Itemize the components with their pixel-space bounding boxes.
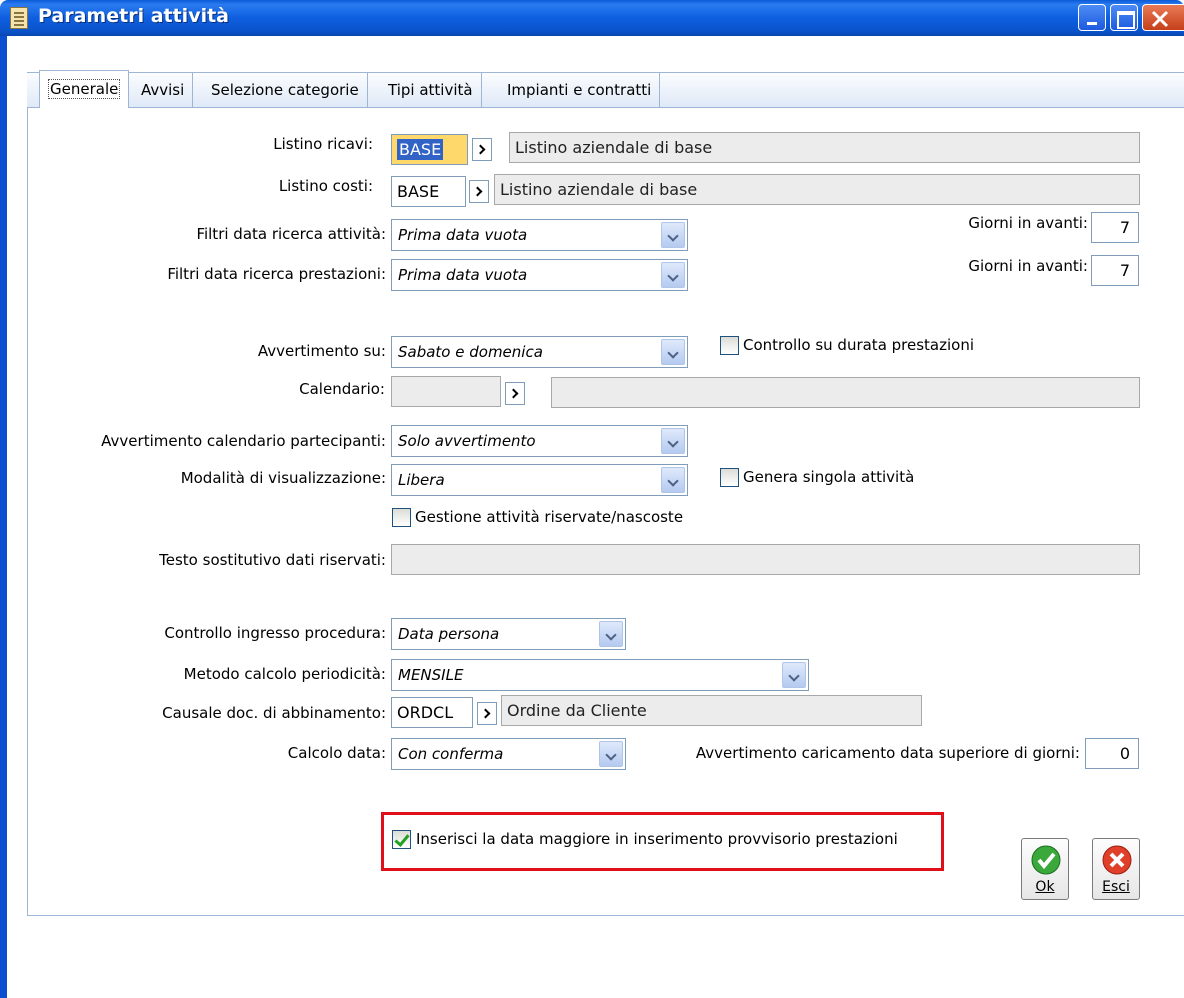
causale-doc-code[interactable]: ORDCL: [391, 697, 473, 728]
window-title: Parametri attività: [38, 5, 229, 27]
metodo-periodicita-label: Metodo calcolo periodicità:: [183, 665, 386, 683]
tab-impianti-contratti[interactable]: Impianti e contratti: [499, 73, 661, 107]
causale-doc-desc: Ordine da Cliente: [501, 695, 922, 726]
gestione-riservate-checkbox[interactable]: [392, 508, 411, 527]
form-icon: [10, 7, 28, 29]
close-icon: [1102, 845, 1132, 875]
listino-costi-label: Listino costi:: [278, 177, 373, 195]
testo-sostitutivo-input[interactable]: [391, 544, 1140, 575]
genera-singola-label: Genera singola attività: [743, 468, 915, 486]
tab-avvisi[interactable]: Avvisi: [133, 73, 194, 107]
giorni-avanti-label: Giorni in avanti:: [968, 214, 1088, 232]
checkmark-icon: [1031, 845, 1061, 875]
filtri-attivita-combo[interactable]: Prima data vuota: [391, 219, 688, 251]
tab-generale[interactable]: Generale: [39, 70, 130, 109]
chevron-down-icon[interactable]: [661, 428, 685, 454]
listino-costi-code[interactable]: BASE: [391, 176, 466, 207]
tab-tipi-attivita[interactable]: Tipi attività: [380, 73, 482, 107]
avv-caricamento-label: Avvertimento caricamento data superiore …: [695, 744, 1080, 762]
filtri-prestazioni-label: Filtri data ricerca prestazioni:: [167, 265, 386, 283]
calendario-code[interactable]: [391, 376, 501, 407]
controllo-ingresso-combo[interactable]: Data persona: [391, 618, 626, 650]
controllo-durata-checkbox[interactable]: [720, 336, 739, 355]
avvertimento-su-combo[interactable]: Sabato e domenica: [391, 336, 688, 368]
chevron-down-icon[interactable]: [661, 262, 685, 288]
genera-singola-checkbox[interactable]: [720, 468, 739, 487]
avv-cal-partecipanti-label: Avvertimento calendario partecipanti:: [101, 432, 386, 450]
tab-strip: Generale Avvisi Selezione categorie Tipi…: [27, 70, 1184, 109]
chevron-down-icon[interactable]: [599, 741, 623, 767]
causale-doc-label: Causale doc. di abbinamento:: [162, 704, 386, 722]
chevron-down-icon[interactable]: [782, 662, 806, 688]
listino-ricavi-zoom-button[interactable]: [472, 138, 492, 161]
inserisci-data-label: Inserisci la data maggiore in inseriment…: [416, 830, 898, 848]
listino-costi-zoom-button[interactable]: [469, 180, 489, 203]
controllo-durata-label: Controllo su durata prestazioni: [743, 336, 975, 354]
calendario-label: Calendario:: [299, 380, 385, 398]
giorni-avanti-input[interactable]: 7: [1091, 255, 1139, 286]
giorni-avanti-input[interactable]: 7: [1091, 212, 1139, 243]
giorni-avanti-label: Giorni in avanti:: [968, 257, 1088, 275]
calendario-desc: [551, 377, 1140, 408]
testo-sostitutivo-label: Testo sostitutivo dati riservati:: [159, 551, 386, 569]
calendario-zoom-button[interactable]: [505, 382, 525, 405]
modalita-visualizzazione-combo[interactable]: Libera: [391, 464, 688, 496]
causale-doc-zoom-button[interactable]: [477, 702, 497, 725]
avv-caricamento-input[interactable]: 0: [1085, 738, 1139, 769]
window-frame: [0, 36, 7, 998]
chevron-down-icon[interactable]: [599, 621, 623, 647]
avv-cal-partecipanti-combo[interactable]: Solo avvertimento: [391, 425, 688, 457]
calcolo-data-label: Calcolo data:: [287, 744, 386, 762]
avvertimento-su-label: Avvertimento su:: [257, 342, 386, 360]
filtri-prestazioni-combo[interactable]: Prima data vuota: [391, 259, 688, 291]
chevron-down-icon[interactable]: [661, 222, 685, 248]
chevron-down-icon[interactable]: [661, 467, 685, 493]
listino-ricavi-label: Listino ricavi:: [273, 135, 373, 153]
filtri-attivita-label: Filtri data ricerca attività:: [196, 225, 386, 243]
controllo-ingresso-label: Controllo ingresso procedura:: [164, 624, 386, 642]
title-bar[interactable]: Parametri attività: [0, 0, 1184, 36]
maximize-button[interactable]: [1110, 4, 1138, 31]
ok-button[interactable]: Ok: [1021, 838, 1069, 900]
close-button[interactable]: [1142, 4, 1184, 31]
esci-button[interactable]: Esci: [1092, 838, 1140, 900]
tab-selezione-categorie[interactable]: Selezione categorie: [203, 73, 368, 107]
chevron-down-icon[interactable]: [661, 339, 685, 365]
listino-ricavi-desc: Listino aziendale di base: [509, 132, 1140, 163]
gestione-riservate-label: Gestione attività riservate/nascoste: [415, 508, 684, 526]
listino-costi-desc: Listino aziendale di base: [494, 174, 1140, 205]
listino-ricavi-code[interactable]: BASE: [391, 134, 468, 165]
metodo-periodicita-combo[interactable]: MENSILE: [391, 659, 809, 691]
calcolo-data-combo[interactable]: Con conferma: [391, 738, 626, 770]
modalita-visualizzazione-label: Modalità di visualizzazione:: [180, 469, 386, 487]
minimize-button[interactable]: [1078, 4, 1106, 31]
inserisci-data-checkbox[interactable]: [392, 830, 411, 849]
close-icon: [1151, 10, 1169, 28]
